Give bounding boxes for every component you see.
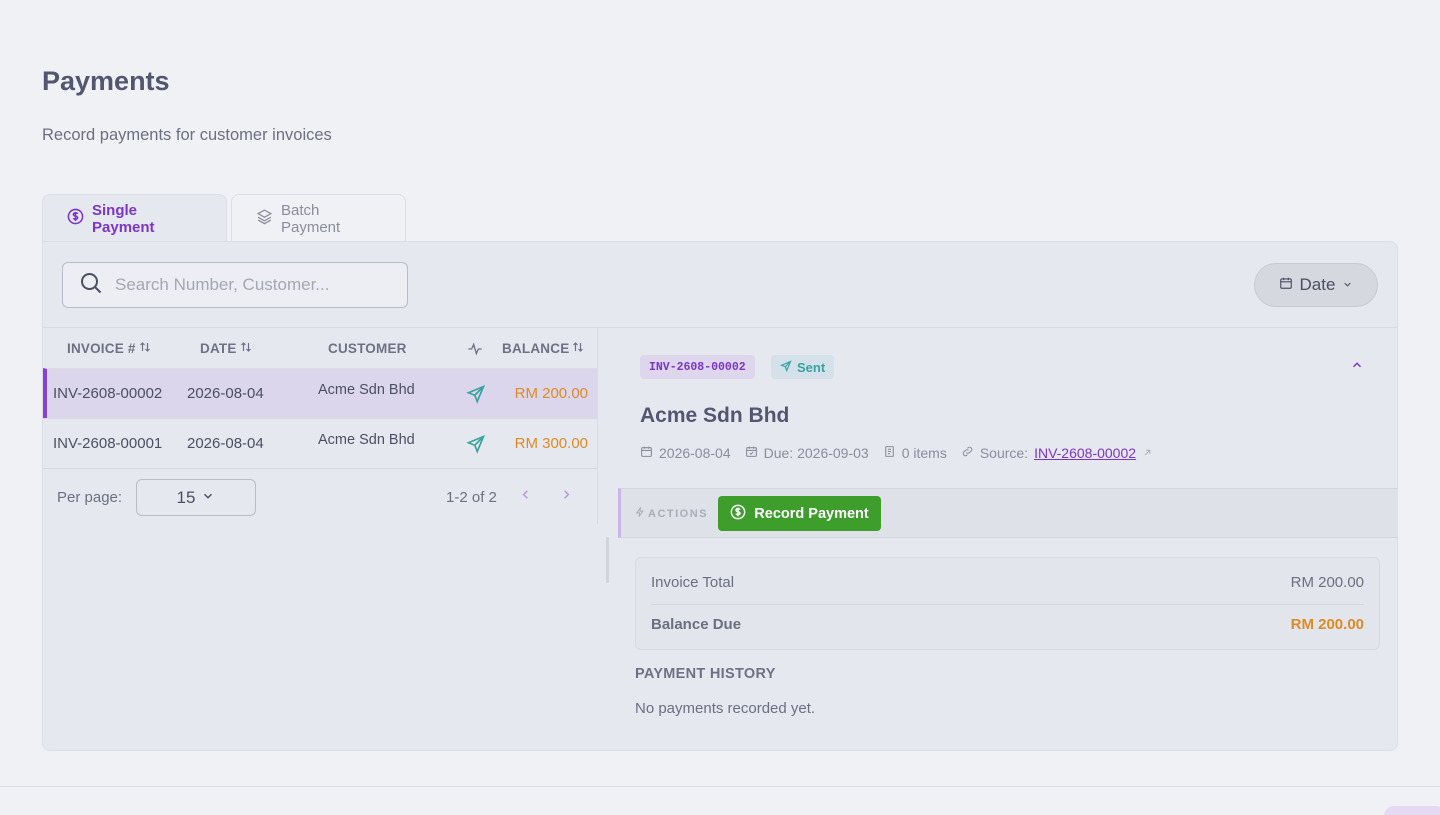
chevron-down-icon (1342, 275, 1353, 295)
meta-items: 0 items (883, 445, 947, 461)
calendar-check-icon (745, 445, 758, 461)
invoice-balance: RM 200.00 (514, 385, 588, 402)
chevron-up-icon (1350, 359, 1364, 376)
invoice-summary: Invoice Total RM 200.00 Balance Due RM 2… (635, 557, 1380, 650)
invoice-badge: INV-2608-00002 (640, 355, 755, 379)
date-filter-button[interactable]: Date (1254, 263, 1378, 307)
record-payment-button[interactable]: Record Payment (718, 496, 881, 531)
invoice-number: INV-2608-00002 (53, 385, 163, 402)
column-header-customer[interactable]: CUSTOMER (328, 341, 407, 356)
invoice-date: 2026-08-04 (187, 435, 264, 452)
calendar-icon (640, 445, 653, 461)
source-link[interactable]: INV-2608-00002 (1034, 445, 1136, 461)
customer-name: Acme Sdn Bhd (640, 404, 790, 427)
chevron-right-icon (559, 487, 574, 506)
table-row[interactable]: INV-2608-00001 2026-08-04 Acme Sdn Bhd R… (43, 418, 598, 468)
payment-history-empty: No payments recorded yet. (635, 700, 816, 717)
document-icon (883, 445, 896, 461)
search-input[interactable] (115, 275, 395, 295)
link-icon (961, 445, 974, 461)
send-icon (466, 384, 486, 408)
send-icon (779, 359, 792, 375)
page-range: 1-2 of 2 (446, 489, 497, 506)
invoice-total-value: RM 200.00 (1290, 574, 1364, 591)
collapse-button[interactable] (1350, 358, 1368, 376)
dollar-circle-icon (67, 208, 84, 229)
meta-source: Source: INV-2608-00002 (961, 445, 1153, 461)
prev-page-button[interactable] (514, 485, 536, 507)
corner-widget[interactable] (1384, 806, 1440, 815)
dollar-circle-icon (730, 504, 746, 524)
per-page-value: 15 (176, 487, 196, 507)
tab-label: Batch Payment (281, 201, 341, 236)
sort-icon (240, 341, 252, 356)
search-icon (79, 271, 103, 300)
column-header-invoice[interactable]: INVOICE # (67, 341, 151, 356)
send-icon (466, 434, 486, 458)
calendar-icon (1279, 275, 1293, 295)
chevron-left-icon (518, 487, 533, 506)
invoice-total-label: Invoice Total (651, 574, 735, 591)
resize-handle[interactable] (606, 537, 609, 583)
balance-due-label: Balance Due (651, 616, 742, 633)
column-header-balance[interactable]: BALANCE (502, 341, 584, 356)
payment-panel: Date INVOICE # DATE CUSTOMER BALANCE (42, 241, 1398, 751)
actions-bar: ACTIONS Record Payment (618, 488, 1398, 538)
bolt-icon (635, 506, 645, 520)
per-page-select[interactable]: 15 (136, 479, 256, 516)
sort-icon (572, 341, 584, 356)
split-divider (597, 328, 598, 524)
invoice-balance: RM 300.00 (514, 435, 588, 452)
balance-due-row: Balance Due RM 200.00 (651, 616, 1364, 633)
sort-icon (139, 341, 151, 356)
meta-date: 2026-08-04 (640, 445, 731, 461)
invoice-customer: Acme Sdn Bhd (318, 382, 415, 398)
per-page-label: Per page: (57, 489, 123, 506)
tab-label: Single Payment (92, 201, 155, 236)
search-box[interactable] (62, 262, 408, 308)
table-header: INVOICE # DATE CUSTOMER BALANCE (43, 328, 598, 368)
pagination: Per page: 15 1-2 of 2 (43, 468, 598, 524)
table-row[interactable]: INV-2608-00002 2026-08-04 Acme Sdn Bhd R… (43, 368, 598, 418)
external-link-icon (1142, 445, 1153, 461)
column-header-status[interactable] (467, 341, 483, 360)
chevron-down-icon (201, 488, 215, 508)
invoice-date: 2026-08-04 (187, 385, 264, 402)
date-filter-label: Date (1299, 275, 1336, 294)
tab-single-payment[interactable]: Single Payment (42, 194, 227, 242)
invoice-number: INV-2608-00001 (53, 435, 163, 452)
balance-due-value: RM 200.00 (1290, 616, 1364, 633)
payment-tabs: Single Payment Batch Payment (42, 194, 406, 242)
status-badge: Sent (771, 355, 835, 379)
page-title: Payments (42, 66, 170, 96)
actions-label: ACTIONS (635, 506, 708, 520)
invoice-table: INVOICE # DATE CUSTOMER BALANCE INV-2608… (43, 328, 598, 524)
invoice-customer: Acme Sdn Bhd (318, 432, 415, 448)
next-page-button[interactable] (555, 485, 577, 507)
invoice-total-row: Invoice Total RM 200.00 (651, 574, 1364, 605)
footer-divider (0, 786, 1440, 787)
payment-history-title: PAYMENT HISTORY (635, 666, 776, 682)
activity-icon (467, 341, 483, 360)
meta-due: Due: 2026-09-03 (745, 445, 869, 461)
invoice-meta: 2026-08-04 Due: 2026-09-03 0 items Sourc… (640, 445, 1153, 461)
tab-batch-payment[interactable]: Batch Payment (231, 194, 406, 242)
page-subtitle: Record payments for customer invoices (42, 126, 332, 144)
layers-icon (256, 208, 273, 229)
column-header-date[interactable]: DATE (200, 341, 252, 356)
status-label: Sent (797, 359, 826, 375)
